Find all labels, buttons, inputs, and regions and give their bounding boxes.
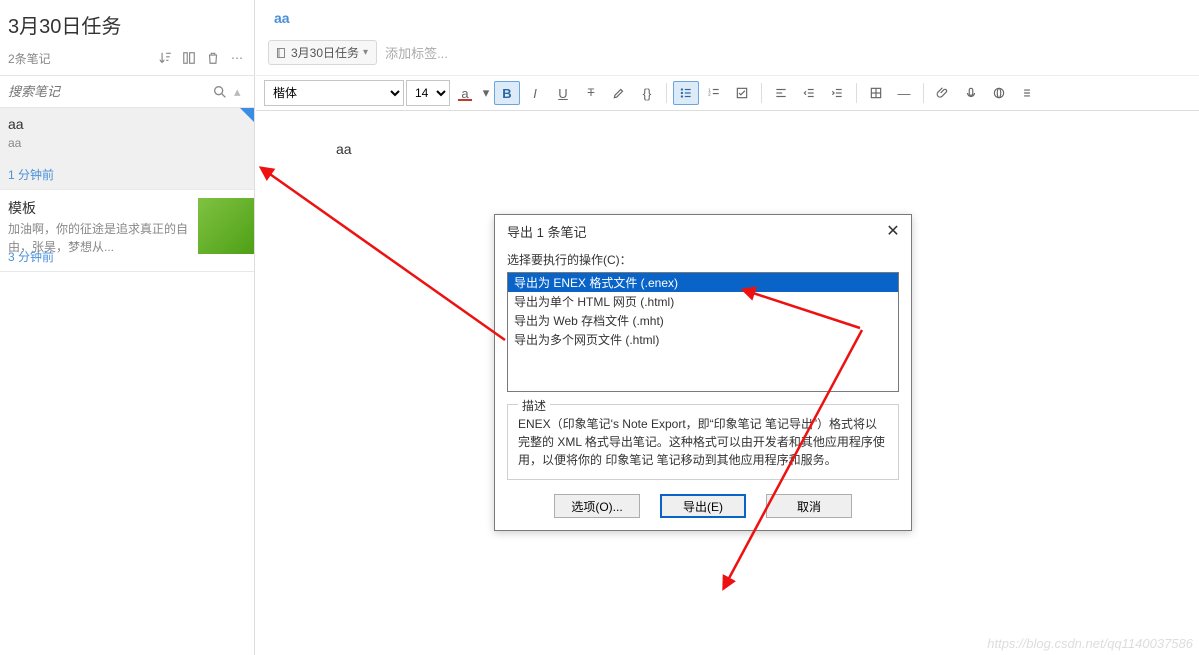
svg-text:2: 2: [708, 91, 711, 96]
cancel-button[interactable]: 取消: [766, 494, 852, 518]
bold-button[interactable]: B: [494, 81, 520, 105]
format-listbox[interactable]: 导出为 ENEX 格式文件 (.enex) 导出为单个 HTML 网页 (.ht…: [507, 272, 899, 392]
checkbox-button[interactable]: [729, 81, 755, 105]
note-title[interactable]: aa: [256, 0, 1199, 34]
notebook-title: 3月30日任务: [8, 10, 246, 39]
record-button[interactable]: [958, 81, 984, 105]
collapse-icon[interactable]: ▴: [234, 84, 248, 100]
format-option[interactable]: 导出为多个网页文件 (.html): [508, 330, 898, 349]
note-item-preview: aa: [8, 134, 188, 152]
bullet-list-button[interactable]: [673, 81, 699, 105]
format-toolbar: 楷体 14 a ▾ B I U T {} 12 —: [256, 76, 1199, 111]
search-row: ▴: [0, 75, 254, 108]
separator: [923, 83, 924, 103]
hr-button[interactable]: —: [891, 81, 917, 105]
description-legend: 描述: [518, 397, 550, 414]
sidebar: 3月30日任务 2条笔记 ⋯ ▴ aa aa 1 分钟前 模板 加油啊，你的征途…: [0, 0, 255, 655]
more-icon[interactable]: ⋯: [228, 49, 246, 67]
strike-button[interactable]: T: [578, 81, 604, 105]
export-dialog: 导出 1 条笔记 ✕ 选择要执行的操作(C)： 导出为 ENEX 格式文件 (.…: [494, 214, 912, 531]
description-box: 描述 ENEX（印象笔记's Note Export，即“印象笔记 笔记导出”）…: [507, 404, 899, 480]
note-item-time: 1 分钟前: [8, 166, 54, 183]
watermark: https://blog.csdn.net/qq1140037586: [987, 636, 1193, 651]
underline-button[interactable]: U: [550, 81, 576, 105]
attach-button[interactable]: [930, 81, 956, 105]
format-option[interactable]: 导出为 ENEX 格式文件 (.enex): [508, 273, 898, 292]
notebook-selector[interactable]: 3月30日任务 ▾: [268, 40, 377, 65]
note-item-time: 3 分钟前: [8, 248, 54, 265]
format-option[interactable]: 导出为单个 HTML 网页 (.html): [508, 292, 898, 311]
description-text: ENEX（印象笔记's Note Export，即“印象笔记 笔记导出”）格式将…: [518, 415, 888, 469]
export-button[interactable]: 导出(E): [660, 494, 746, 518]
dialog-title: 导出 1 条笔记: [507, 222, 883, 241]
select-action-label: 选择要执行的操作(C)：: [507, 251, 899, 268]
trash-icon[interactable]: [204, 49, 222, 67]
notebook-label: 3月30日任务: [291, 44, 359, 61]
sync-corner-icon: [240, 108, 254, 122]
editor-text: aa: [336, 141, 352, 157]
more-format-button[interactable]: [1014, 81, 1040, 105]
search-icon[interactable]: [212, 84, 230, 100]
dialog-body: 选择要执行的操作(C)： 导出为 ENEX 格式文件 (.enex) 导出为单个…: [495, 247, 911, 530]
font-size-select[interactable]: 14: [406, 80, 450, 106]
number-list-button[interactable]: 12: [701, 81, 727, 105]
close-icon[interactable]: ✕: [883, 221, 903, 241]
note-item-title: aa: [8, 116, 244, 132]
indent-button[interactable]: [824, 81, 850, 105]
crumb-row: 3月30日任务 ▾ 添加标签...: [256, 34, 1199, 76]
font-color-button[interactable]: a: [452, 81, 478, 105]
table-button[interactable]: [863, 81, 889, 105]
highlight-button[interactable]: [606, 81, 632, 105]
options-button[interactable]: 选项(O)...: [554, 494, 640, 518]
format-option[interactable]: 导出为 Web 存档文件 (.mht): [508, 311, 898, 330]
sort-icon[interactable]: [156, 49, 174, 67]
note-item[interactable]: aa aa 1 分钟前: [0, 108, 254, 190]
note-item[interactable]: 模板 加油啊，你的征途是追求真正的自由，张昊，梦想从... 3 分钟前: [0, 190, 254, 272]
link-button[interactable]: [986, 81, 1012, 105]
view-icon[interactable]: [180, 49, 198, 67]
separator: [856, 83, 857, 103]
search-input[interactable]: [6, 80, 212, 103]
notebook-icon: [275, 47, 287, 59]
separator: [761, 83, 762, 103]
tag-input[interactable]: 添加标签...: [385, 43, 448, 62]
editor-body[interactable]: aa: [256, 111, 1199, 187]
sidebar-header: 3月30日任务: [0, 0, 254, 45]
outdent-button[interactable]: [796, 81, 822, 105]
chevron-down-icon: ▾: [363, 47, 368, 58]
font-family-select[interactable]: 楷体: [264, 80, 404, 106]
italic-button[interactable]: I: [522, 81, 548, 105]
note-count: 2条笔记: [8, 50, 150, 67]
dialog-titlebar: 导出 1 条笔记 ✕: [495, 215, 911, 247]
separator: [666, 83, 667, 103]
font-color-dropdown[interactable]: ▾: [480, 81, 492, 105]
note-thumbnail: [198, 198, 254, 254]
sidebar-toolbar: 2条笔记 ⋯: [0, 45, 254, 75]
dialog-buttons: 选项(O)... 导出(E) 取消: [507, 494, 899, 518]
align-button[interactable]: [768, 81, 794, 105]
code-button[interactable]: {}: [634, 81, 660, 105]
